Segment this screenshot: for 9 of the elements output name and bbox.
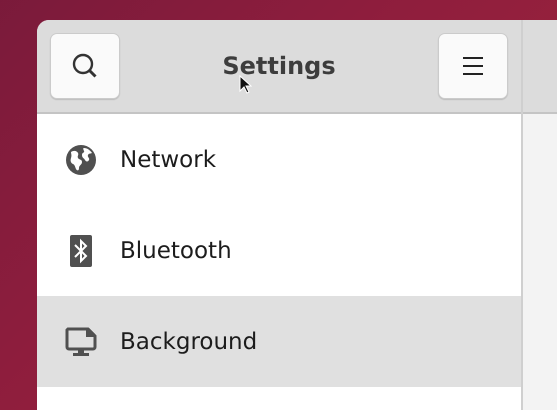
monitor-icon — [65, 326, 97, 356]
menu-button[interactable] — [438, 33, 508, 99]
menu-icon — [462, 56, 484, 76]
search-icon — [71, 52, 99, 80]
bluetooth-icon — [70, 234, 92, 266]
globe-icon — [64, 142, 98, 176]
window-title: Settings — [222, 52, 336, 80]
search-button[interactable] — [50, 33, 120, 99]
sidebar-item[interactable]: Background — [37, 296, 521, 387]
